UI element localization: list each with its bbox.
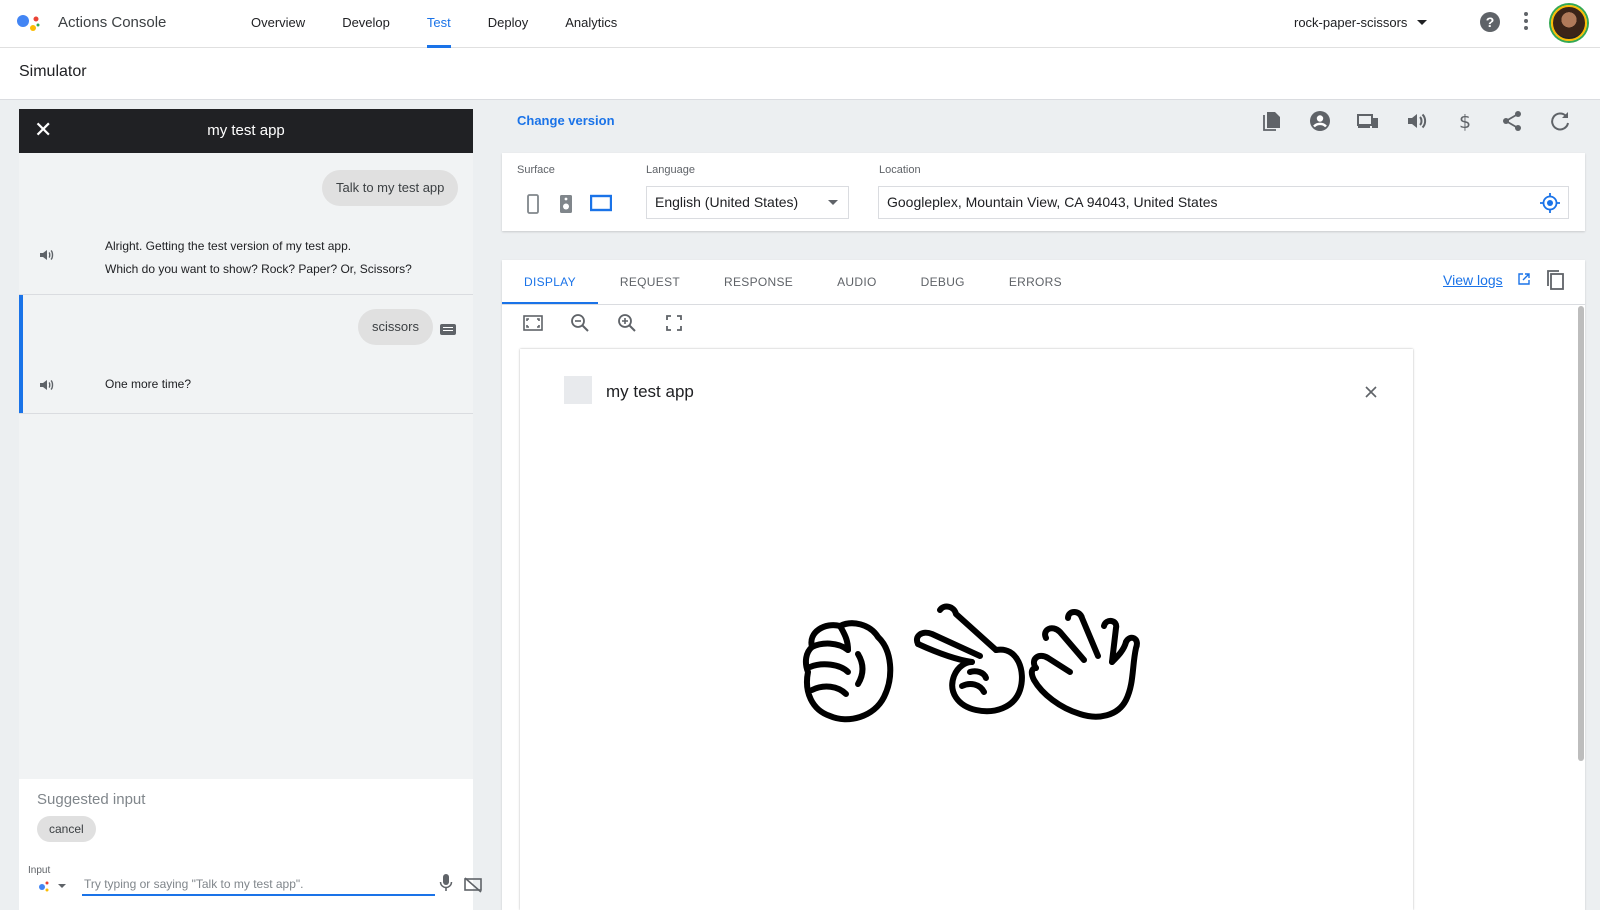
project-name: rock-paper-scissors [1294,15,1408,30]
fullscreen-icon[interactable] [663,312,685,334]
change-version-link[interactable]: Change version [517,113,615,128]
google-assistant-logo[interactable] [16,13,42,35]
speaker-icon[interactable] [38,247,54,263]
tab-errors[interactable]: Errors [987,260,1084,304]
zoom-in-icon[interactable] [616,312,638,334]
language-label: Language [646,164,695,176]
device-display: my test app [520,349,1413,910]
simulator-header: Simulator [0,48,1600,100]
language-select[interactable]: English (United States) [646,186,849,219]
suggested-input-label: Suggested input [37,791,146,808]
rock-paper-scissors-image [802,603,1140,723]
devices-icon[interactable] [1357,110,1379,132]
phone-surface-icon[interactable] [527,194,539,214]
paper-hand-icon [1028,609,1140,720]
more-vert-icon[interactable] [1524,12,1528,32]
input-area: Suggested input cancel Input Try typing … [19,779,482,910]
refresh-icon[interactable] [1549,110,1571,132]
nav-deploy[interactable]: Deploy [488,0,528,48]
user-message: scissors [358,309,433,345]
output-tabs: Display Request Response Audio Debug Err… [502,260,1084,304]
svg-text:$: $ [1459,111,1471,132]
open-in-new-icon[interactable] [1518,273,1530,285]
scrollbar[interactable] [1578,306,1584,761]
speaker-surface-icon[interactable] [559,194,573,214]
file-copy-icon[interactable] [1261,110,1283,132]
account-circle-icon[interactable] [1309,110,1331,132]
assistant-message: Alright. Getting the test version of my … [105,235,412,281]
avatar[interactable] [1551,5,1587,41]
share-icon[interactable] [1501,110,1523,132]
location-field[interactable]: Googleplex, Mountain View, CA 94043, Uni… [878,186,1569,219]
microphone-icon[interactable] [439,873,453,893]
speaker-icon[interactable] [38,377,54,393]
divider [19,413,473,414]
my-location-icon[interactable] [1540,193,1560,213]
zoom-out-icon[interactable] [569,312,591,334]
output-panel: Display Request Response Audio Debug Err… [502,260,1585,910]
help-icon[interactable]: ? [1480,12,1500,32]
project-selector[interactable]: rock-paper-scissors [1294,15,1428,30]
assistant-message: One more time? [105,377,192,391]
query-input[interactable]: Try typing or saying "Talk to my test ap… [82,872,435,896]
location-label: Location [879,164,921,176]
conversation-header: ✕ my test app [19,109,473,153]
chevron-down-icon [1417,20,1428,25]
divider [502,304,1585,305]
fit-screen-icon[interactable] [522,312,544,334]
top-bar: Actions Console Overview Develop Test De… [0,0,1600,48]
input-mode-selector[interactable] [38,879,68,893]
page-title: Simulator [19,63,87,80]
smart-display-surface-icon[interactable] [590,194,612,212]
input-label: Input [28,865,51,876]
nav-develop[interactable]: Develop [342,0,390,48]
view-logs-link[interactable]: View logs [1443,272,1503,288]
tab-request[interactable]: Request [598,260,702,304]
nav-analytics[interactable]: Analytics [565,0,617,48]
assistant-message-line: Alright. Getting the test version of my … [105,239,352,253]
tab-debug[interactable]: Debug [899,260,987,304]
location-value: Googleplex, Mountain View, CA 94043, Uni… [887,194,1218,210]
copy-icon[interactable] [1545,269,1565,291]
scissors-hand-icon [914,603,1025,715]
keyboard-icon [440,324,456,335]
nav-test[interactable]: Test [426,0,451,48]
surface-label: Surface [517,164,555,176]
user-message: Talk to my test app [322,170,459,206]
rock-hand-icon [802,620,894,723]
tab-audio[interactable]: Audio [815,260,899,304]
nav-overview[interactable]: Overview [251,0,305,48]
assistant-message-line: Which do you want to show? Rock? Paper? … [105,262,412,276]
simulator-settings: Surface Language English (United States)… [502,153,1585,231]
tab-response[interactable]: Response [702,260,815,304]
close-icon[interactable] [1364,385,1378,399]
no-display-icon[interactable] [464,877,482,893]
main-nav: Overview Develop Test Deploy Analytics [251,0,654,48]
app-brand[interactable]: Actions Console [58,14,166,31]
dollar-icon[interactable]: $ [1453,110,1475,132]
display-title: my test app [606,382,694,401]
conversation-panel: ✕ my test app Talk to my test app Alrigh… [19,109,482,910]
app-icon [564,376,592,404]
suggestion-chip[interactable]: cancel [37,816,96,842]
tab-display[interactable]: Display [502,260,598,304]
conversation-title: my test app [207,122,285,139]
volume-up-icon[interactable] [1405,110,1427,132]
